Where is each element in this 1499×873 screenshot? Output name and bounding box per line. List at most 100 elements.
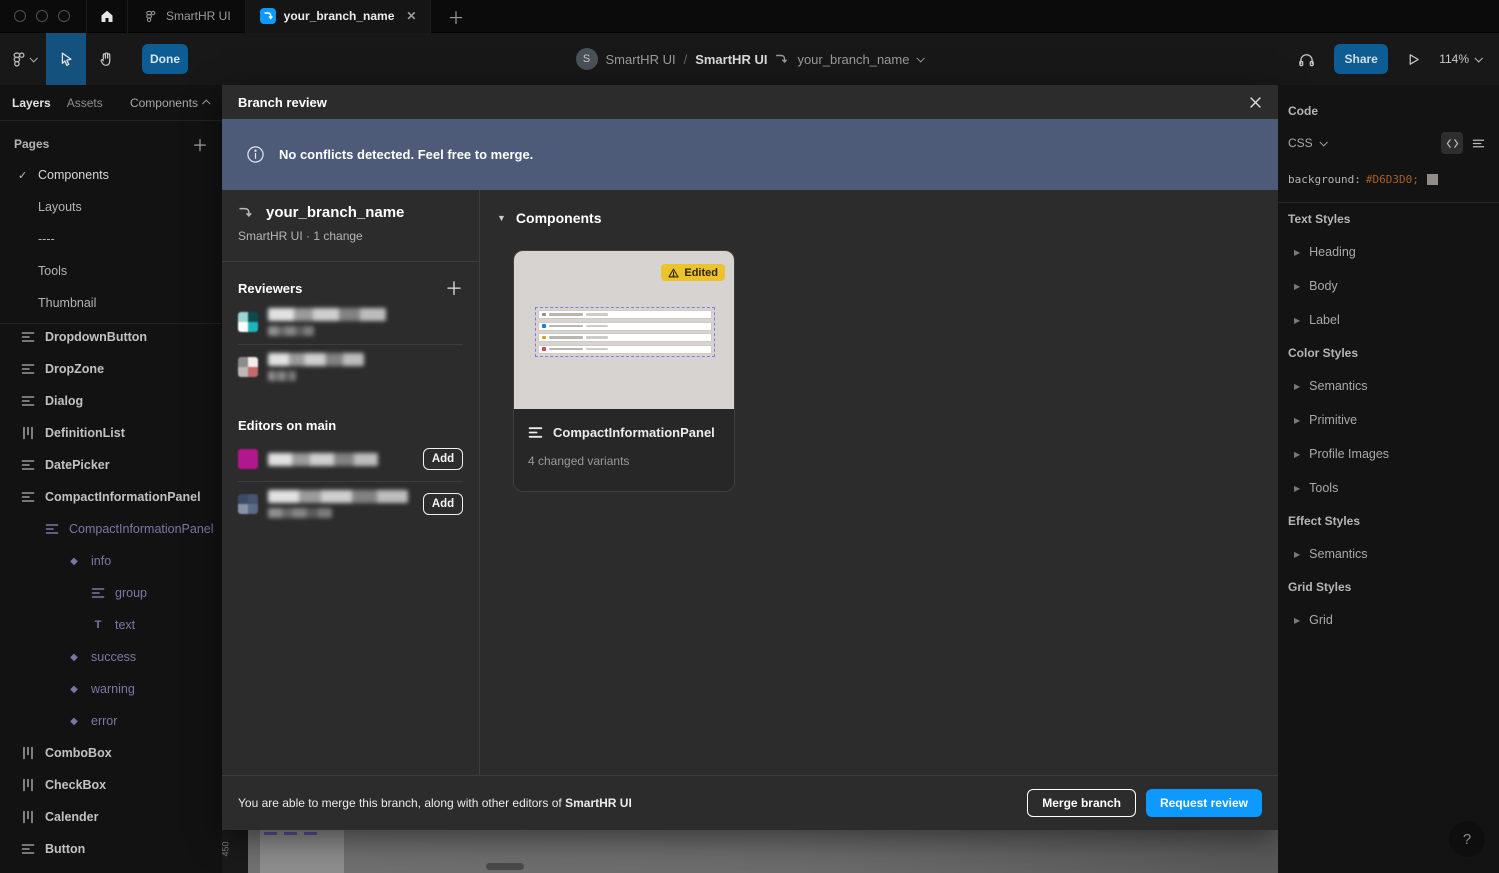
section-title-effect-styles: Effect Styles <box>1288 505 1489 537</box>
layer-item-compactinformationpanel[interactable]: CompactInformationPanel <box>0 513 222 545</box>
layer-item-warning[interactable]: ◆warning <box>0 673 222 705</box>
breadcrumb-file[interactable]: SmartHR UI <box>695 52 767 67</box>
zoom-level-control[interactable]: 114% <box>1439 52 1481 66</box>
page-item-thumbnail[interactable]: Thumbnail <box>0 287 222 319</box>
placeholder-text <box>586 336 608 339</box>
page-item-components[interactable]: ✓Components <box>0 159 222 191</box>
reviewer-row <box>238 345 463 389</box>
code-view-icon[interactable] <box>1441 132 1463 154</box>
style-item-semantics[interactable]: ▶Semantics <box>1288 537 1489 571</box>
redacted-text <box>268 326 314 336</box>
tab-layers[interactable]: Layers <box>12 96 51 110</box>
layer-item-text[interactable]: Ttext <box>0 609 222 641</box>
page-item-layouts[interactable]: Layouts <box>0 191 222 223</box>
avatar[interactable]: S <box>576 48 598 70</box>
canvas[interactable]: 450 <box>222 830 1278 873</box>
add-editor-button[interactable]: Add <box>423 448 463 470</box>
breadcrumb-separator: / <box>684 52 688 67</box>
tab-smarthr-ui[interactable]: SmartHR UI <box>128 0 246 33</box>
page-item--[interactable]: ---- <box>0 223 222 255</box>
layer-item-combobox[interactable]: ComboBox <box>0 737 222 769</box>
style-item-tools[interactable]: ▶Tools <box>1288 471 1489 505</box>
layer-item-error[interactable]: ◆error <box>0 705 222 737</box>
hand-tool-button[interactable] <box>86 33 126 85</box>
triangle-right-icon[interactable]: ▶ <box>1294 550 1300 559</box>
selection-dash <box>284 832 297 835</box>
help-button[interactable]: ? <box>1449 821 1485 857</box>
layer-item-info[interactable]: ◆info <box>0 545 222 577</box>
style-item-body[interactable]: ▶Body <box>1288 269 1489 303</box>
triangle-right-icon[interactable]: ▶ <box>1294 484 1300 493</box>
component-change-count: 4 changed variants <box>514 440 734 468</box>
cursor-icon <box>57 50 75 68</box>
changed-component-card[interactable]: Edited CompactInformationPanel 4 changed… <box>513 250 735 492</box>
triangle-right-icon[interactable]: ▶ <box>1294 450 1300 459</box>
layer-item-datepicker[interactable]: DatePicker <box>0 449 222 481</box>
add-editor-button[interactable]: Add <box>423 493 463 515</box>
chevron-down-icon[interactable] <box>917 54 925 62</box>
components-section-header[interactable]: ▼ Components <box>497 210 1278 226</box>
code-language-dropdown[interactable]: CSS <box>1288 136 1313 150</box>
component-set-icon <box>528 425 543 440</box>
layer-item-group[interactable]: group <box>0 577 222 609</box>
triangle-right-icon[interactable]: ▶ <box>1294 416 1300 425</box>
layer-item-calender[interactable]: Calender <box>0 801 222 833</box>
layer-item-dropdownbutton[interactable]: DropdownButton <box>0 321 222 353</box>
style-item-label: Primitive <box>1309 413 1357 427</box>
layer-label: DatePicker <box>45 458 110 472</box>
style-item-label: Label <box>1309 313 1340 327</box>
chevron-up-icon <box>202 99 210 107</box>
layer-label: DefinitionList <box>45 426 125 440</box>
layer-item-definitionlist[interactable]: DefinitionList <box>0 417 222 449</box>
tab-close-icon[interactable]: ✕ <box>406 9 416 23</box>
breadcrumb-branch[interactable]: your_branch_name <box>797 52 909 67</box>
layer-item-checkbox[interactable]: CheckBox <box>0 769 222 801</box>
merge-branch-button[interactable]: Merge branch <box>1027 789 1136 817</box>
chevron-down-icon[interactable] <box>1319 138 1327 146</box>
zoom-level-value: 114% <box>1439 52 1469 66</box>
triangle-right-icon[interactable]: ▶ <box>1294 316 1300 325</box>
layer-item-dropzone[interactable]: DropZone <box>0 353 222 385</box>
triangle-right-icon[interactable]: ▶ <box>1294 382 1300 391</box>
window-close-button[interactable] <box>14 10 26 22</box>
style-item-profile-images[interactable]: ▶Profile Images <box>1288 437 1489 471</box>
css-code-line[interactable]: background: #D6D3D0; <box>1288 173 1489 186</box>
request-review-button[interactable]: Request review <box>1146 789 1262 817</box>
pages-list: ✓ComponentsLayouts---- Tools Thumbnail <box>0 159 222 319</box>
triangle-right-icon[interactable]: ▶ <box>1294 248 1300 257</box>
home-button[interactable] <box>86 0 128 33</box>
page-item-tools[interactable]: Tools <box>0 255 222 287</box>
style-item-heading[interactable]: ▶Heading <box>1288 235 1489 269</box>
layer-item-dialog[interactable]: Dialog <box>0 385 222 417</box>
close-icon[interactable] <box>1249 96 1262 109</box>
breadcrumb-org[interactable]: SmartHR UI <box>606 52 676 67</box>
layer-item-success[interactable]: ◆success <box>0 641 222 673</box>
present-play-icon[interactable] <box>1406 52 1421 67</box>
triangle-right-icon[interactable]: ▶ <box>1294 282 1300 291</box>
section-title-label: Grid Styles <box>1288 580 1351 594</box>
layer-item-compactinformationpanel[interactable]: CompactInformationPanel <box>0 481 222 513</box>
chevron-down-icon <box>1474 54 1482 62</box>
breadcrumb: S SmartHR UI / SmartHR UI your_branch_na… <box>0 33 1499 85</box>
table-view-icon[interactable] <box>1467 132 1489 154</box>
style-item-label[interactable]: ▶ Label <box>1288 303 1489 337</box>
done-button[interactable]: Done <box>142 44 188 74</box>
new-tab-button[interactable]: ＋ <box>431 4 480 29</box>
page-label: Tools <box>38 264 67 278</box>
style-item-grid[interactable]: ▶Grid <box>1288 603 1489 637</box>
layer-item-button[interactable]: Button <box>0 833 222 865</box>
tab-assets[interactable]: Assets <box>67 96 103 110</box>
share-button[interactable]: Share <box>1334 44 1388 74</box>
window-minimize-button[interactable] <box>36 10 48 22</box>
audio-headphones-icon[interactable] <box>1297 50 1316 69</box>
panel-dropdown-components[interactable]: Components <box>130 96 210 110</box>
window-zoom-button[interactable] <box>58 10 70 22</box>
style-item-semantics[interactable]: ▶Semantics <box>1288 369 1489 403</box>
add-page-icon[interactable]: ＋ <box>192 132 208 156</box>
main-menu-button[interactable] <box>0 33 46 85</box>
style-item-primitive[interactable]: ▶ Primitive <box>1288 403 1489 437</box>
move-tool-button[interactable] <box>46 33 86 85</box>
triangle-right-icon[interactable]: ▶ <box>1294 616 1300 625</box>
tab-your-branch-name[interactable]: your_branch_name ✕ <box>246 0 432 33</box>
add-reviewer-icon[interactable]: ＋ <box>445 275 463 301</box>
